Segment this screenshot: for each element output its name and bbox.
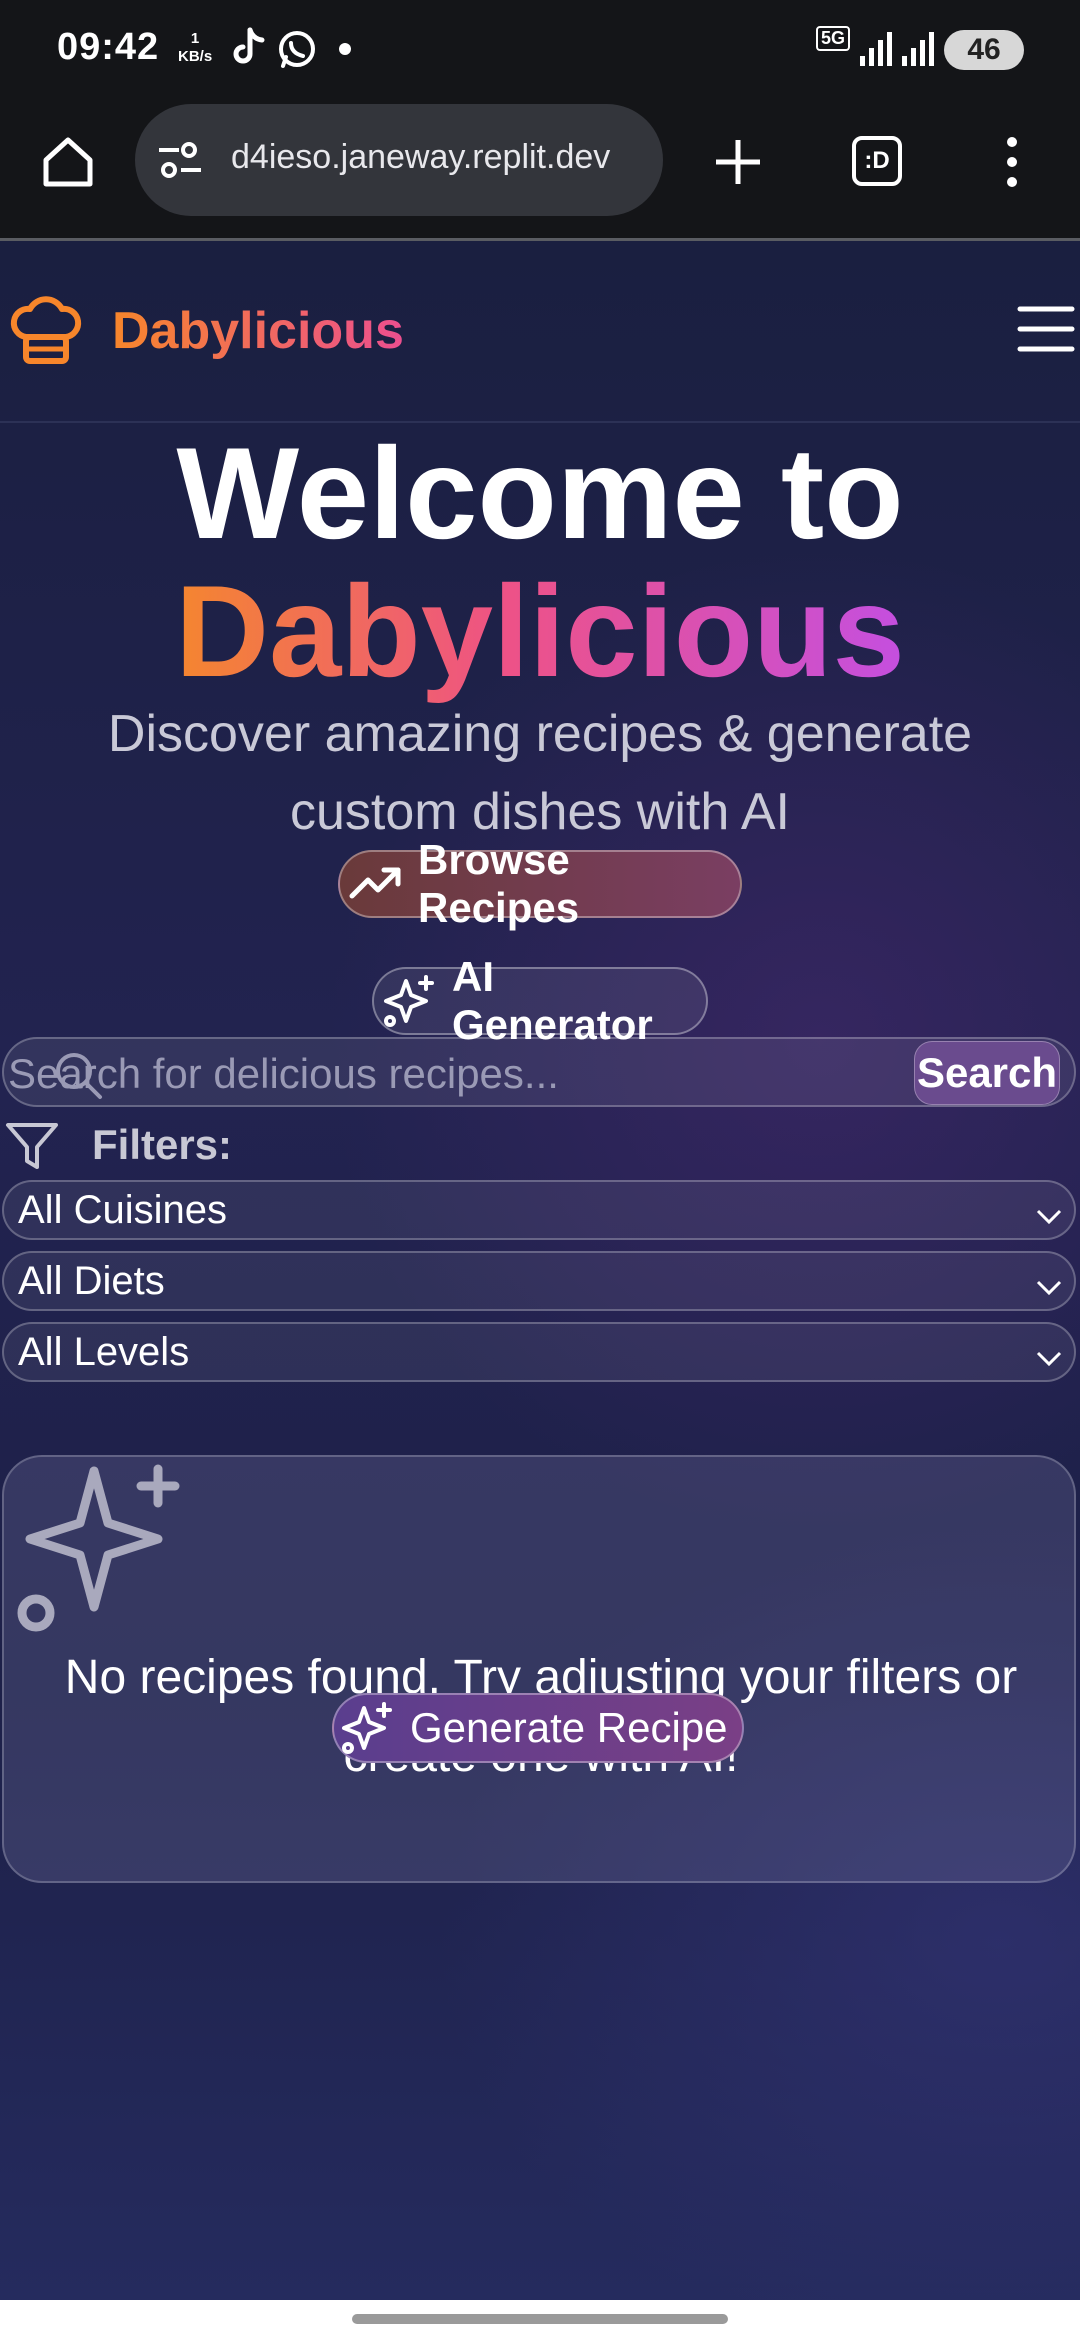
signal-strength-icon [858,28,898,73]
network-speed-unit: KB/s [178,48,213,65]
chef-hat-icon[interactable] [6,291,86,376]
status-time: 09:42 [57,26,160,68]
diet-select-value: All Diets [18,1259,165,1303]
browser-toolbar: d4ieso.janeway.replit.dev :D [0,100,1080,241]
level-select-value: All Levels [18,1330,190,1374]
trending-up-icon [348,856,404,912]
system-navigation-area [0,2300,1080,2340]
chevron-down-icon [1034,1196,1064,1241]
battery-indicator: 46 [944,30,1024,70]
page-content: Dabylicious Welcome to Dabylicious Disco… [0,241,1080,2300]
battery-level: 46 [967,33,1001,66]
filter-icon [4,1119,60,1180]
ai-generator-label: AI Generator [452,953,653,1048]
generate-recipe-label: Generate Recipe [410,1704,728,1751]
brand-name[interactable]: Dabylicious [112,301,404,361]
empty-state-card: No recipes found. Try adjusting your fil… [2,1455,1076,1883]
notification-dot-icon [338,42,352,61]
signal-strength-2-icon [900,28,940,73]
hero-title-brand: Dabylicious [175,558,905,704]
search-input[interactable] [6,1045,910,1103]
cuisine-select-value: All Cuisines [18,1188,227,1232]
hamburger-menu-icon[interactable] [1016,303,1076,360]
status-bar: 09:42 1 KB/s 5G 46 [0,0,1080,100]
cuisine-select[interactable]: All Cuisines [2,1180,1076,1240]
diet-select[interactable]: All Diets [2,1251,1076,1311]
home-icon[interactable] [38,132,98,197]
browse-recipes-button[interactable]: Browse Recipes [338,836,742,931]
new-tab-icon[interactable] [708,132,768,197]
filters-label: Filters: [92,1121,233,1168]
sparkles-icon [382,973,438,1029]
ai-generator-button[interactable]: AI Generator [372,953,708,1048]
tab-switcher-button[interactable]: :D [852,136,902,186]
address-bar[interactable]: d4ieso.janeway.replit.dev [135,104,663,216]
search-bar: Search [2,1037,1076,1107]
hero-title-line2: Dabylicious [0,556,1080,706]
network-speed-value: 1 [190,30,200,47]
tiktok-icon [228,26,268,75]
site-settings-icon[interactable] [157,140,205,187]
url-text: d4ieso.janeway.replit.dev [231,138,611,176]
search-button[interactable]: Search [914,1041,1060,1105]
network-speed: 1 KB/s [178,30,212,66]
hero-title-line1: Welcome to [176,420,904,566]
chevron-down-icon [1034,1338,1064,1383]
network-type-badge: 5G [816,26,851,51]
sparkles-icon [340,1700,396,1756]
chevron-down-icon [1034,1267,1064,1312]
hero-subtitle: Discover amazing recipes & generate cust… [107,705,973,841]
site-header: Dabylicious [0,241,1080,423]
level-select[interactable]: All Levels [2,1322,1076,1382]
more-options-icon[interactable] [998,132,1026,197]
sparkles-large-icon [8,1461,188,1646]
whatsapp-icon [276,28,318,75]
browse-recipes-label: Browse Recipes [418,836,580,931]
generate-recipe-button[interactable]: Generate Recipe [332,1693,744,1763]
gesture-handle[interactable] [352,2314,728,2324]
